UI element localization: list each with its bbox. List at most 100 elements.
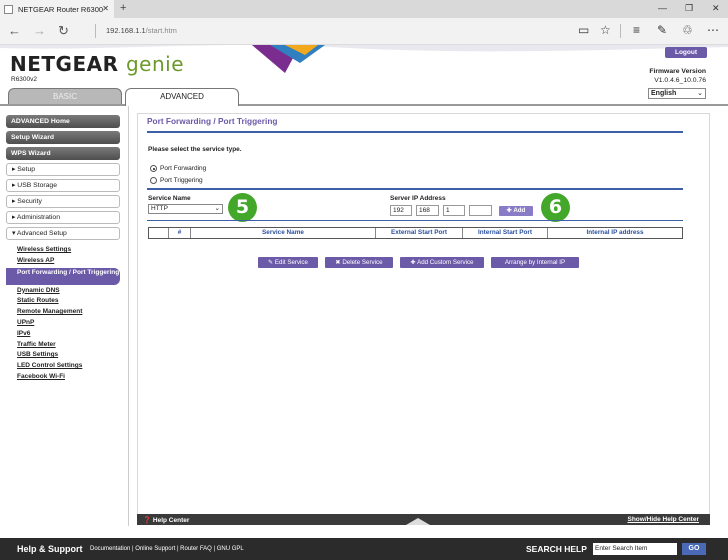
browser-tab[interactable]: NETGEAR Router R6300 ✕ — [0, 0, 114, 18]
col-internal-ip: Internal IP address — [586, 229, 644, 236]
sidebar-item-usb-settings[interactable]: USB Settings — [6, 350, 120, 361]
sidebar: ADVANCED Home Setup Wizard WPS Wizard ▸ … — [6, 115, 120, 383]
sidebar-item-traffic-meter[interactable]: Traffic Meter — [6, 340, 120, 351]
radio-port-triggering[interactable]: Port Triggering — [150, 177, 203, 184]
sidebar-item-usb-storage[interactable]: ▸ USB Storage — [6, 179, 120, 192]
new-tab-icon[interactable]: + — [120, 2, 126, 14]
search-help-input[interactable]: Enter Search Item — [593, 543, 677, 555]
service-name-value: HTTP — [151, 205, 168, 212]
sidebar-item-advanced-home[interactable]: ADVANCED Home — [6, 115, 120, 128]
section-divider — [147, 188, 683, 190]
tab-title: NETGEAR Router R6300 — [18, 4, 104, 14]
back-icon[interactable]: ← — [8, 23, 21, 38]
web-note-icon[interactable]: ✎ — [657, 23, 667, 37]
col-service-name: Service Name — [191, 228, 376, 238]
sidebar-item-wireless-settings[interactable]: Wireless Settings — [6, 245, 120, 256]
table-divider — [147, 220, 683, 221]
radio-port-triggering-label: Port Triggering — [160, 177, 203, 184]
firmware-version: V1.0.4.6_10.0.76 — [654, 77, 706, 84]
logout-button[interactable]: Logout — [665, 47, 707, 58]
refresh-icon[interactable]: ↻ — [58, 23, 69, 39]
page-title: Port Forwarding / Port Triggering — [147, 116, 278, 126]
radio-port-forwarding-label: Port Forwarding — [160, 165, 207, 172]
col-select — [149, 228, 169, 238]
show-hide-help-link[interactable]: Show/Hide Help Center — [627, 516, 699, 523]
content-panel — [137, 113, 710, 525]
step-badge-5: 5 — [228, 193, 257, 222]
col-number: # — [169, 228, 191, 238]
services-table-header: # Service Name External Start Port Inter… — [148, 227, 683, 239]
go-button[interactable]: GO — [682, 543, 706, 555]
sidebar-item-static-routes[interactable]: Static Routes — [6, 296, 120, 307]
page-icon — [4, 4, 13, 14]
sidebar-item-advanced-setup[interactable]: ▾ Advanced Setup — [6, 227, 120, 240]
forward-icon[interactable]: → — [33, 23, 46, 38]
divider — [620, 24, 621, 38]
title-divider — [147, 131, 683, 133]
tab-advanced[interactable]: ADVANCED — [125, 88, 239, 106]
col-internal-start-port: Internal Start Port — [463, 228, 548, 238]
ip-octet-1[interactable]: 192 — [390, 205, 412, 216]
ip-octet-4[interactable] — [469, 205, 492, 216]
logo-brand: NETGEAR — [10, 52, 119, 76]
server-ip-label: Server IP Address — [390, 195, 446, 202]
radio-selected-icon — [150, 165, 157, 172]
delete-service-button[interactable]: ✖ Delete Service — [325, 257, 393, 268]
add-custom-service-button[interactable]: ✚ Add Custom Service — [400, 257, 484, 268]
service-type-prompt: Please select the service type. — [148, 146, 242, 153]
sidebar-item-setup-wizard[interactable]: Setup Wizard — [6, 131, 120, 144]
maximize-icon[interactable]: ❐ — [685, 3, 693, 14]
browser-tab-bar: NETGEAR Router R6300 ✕ + — ❐ ✕ — [0, 0, 728, 18]
help-center-bar: ❓ Help Center Show/Hide Help Center — [137, 514, 710, 525]
add-button[interactable]: ✚ Add — [499, 206, 533, 216]
router-model: R6300v2 — [11, 76, 38, 83]
chevron-down-icon: ⌄ — [214, 205, 220, 212]
ip-octet-3[interactable]: 1 — [443, 205, 465, 216]
sidebar-item-security[interactable]: ▸ Security — [6, 195, 120, 208]
sidebar-item-port-forwarding[interactable]: Port Forwarding / Port Triggering — [6, 267, 120, 285]
more-icon[interactable]: ⋯ — [707, 23, 719, 37]
language-value: English — [651, 90, 677, 97]
minimize-icon[interactable]: — — [658, 3, 667, 13]
sidebar-item-ipv6[interactable]: IPv6 — [6, 329, 120, 340]
url-host: 192.168.1.1 — [106, 26, 146, 35]
reading-view-icon[interactable]: ▭ — [578, 23, 589, 37]
url-path: /start.htm — [145, 26, 177, 35]
service-name-label: Service Name — [148, 195, 191, 202]
favorite-star-icon[interactable]: ☆ — [600, 23, 611, 37]
service-name-select[interactable]: HTTP ⌄ — [148, 204, 223, 214]
hub-icon[interactable]: ≡ — [633, 23, 640, 37]
divider — [95, 24, 96, 38]
arrange-by-ip-button[interactable]: Arrange by Internal IP — [491, 257, 579, 268]
sidebar-item-wireless-ap[interactable]: Wireless AP — [6, 256, 120, 267]
help-support-title: Help & Support — [17, 544, 83, 554]
close-tab-icon[interactable]: ✕ — [102, 4, 109, 13]
sidebar-item-wps-wizard[interactable]: WPS Wizard — [6, 147, 120, 160]
footer: Help & Support Documentation | Online Su… — [0, 538, 728, 560]
help-center-label[interactable]: ❓ Help Center — [143, 516, 189, 524]
logo-product: genie — [125, 52, 185, 76]
expand-arrow-icon[interactable] — [406, 518, 430, 525]
sidebar-item-upnp[interactable]: UPnP — [6, 318, 120, 329]
sidebar-item-administration[interactable]: ▸ Administration — [6, 211, 120, 224]
sidebar-item-remote-management[interactable]: Remote Management — [6, 307, 120, 318]
sidebar-item-facebook-wifi[interactable]: Facebook Wi-Fi — [6, 372, 120, 383]
tab-basic[interactable]: BASIC — [8, 88, 122, 105]
col-external-start-port: External Start Port — [376, 228, 463, 238]
footer-links[interactable]: Documentation | Online Support | Router … — [90, 546, 244, 552]
step-badge-6: 6 — [541, 193, 570, 222]
language-select[interactable]: English ⌄ — [648, 88, 706, 99]
radio-unselected-icon — [150, 177, 157, 184]
sidebar-item-dynamic-dns[interactable]: Dynamic DNS — [6, 286, 120, 297]
url-field[interactable]: 192.168.1.1/start.htm — [106, 26, 177, 35]
sidebar-item-led-control[interactable]: LED Control Settings — [6, 361, 120, 372]
chevron-down-icon: ⌄ — [697, 90, 703, 97]
firmware-label: Firmware Version — [649, 68, 706, 75]
netgear-logo: NETGEAR genie — [10, 52, 184, 76]
sidebar-item-setup[interactable]: ▸ Setup — [6, 163, 120, 176]
edit-service-button[interactable]: ✎ Edit Service — [258, 257, 318, 268]
share-icon[interactable]: ♲ — [682, 23, 693, 37]
radio-port-forwarding[interactable]: Port Forwarding — [150, 165, 206, 172]
close-window-icon[interactable]: ✕ — [712, 3, 720, 14]
ip-octet-2[interactable]: 168 — [416, 205, 439, 216]
